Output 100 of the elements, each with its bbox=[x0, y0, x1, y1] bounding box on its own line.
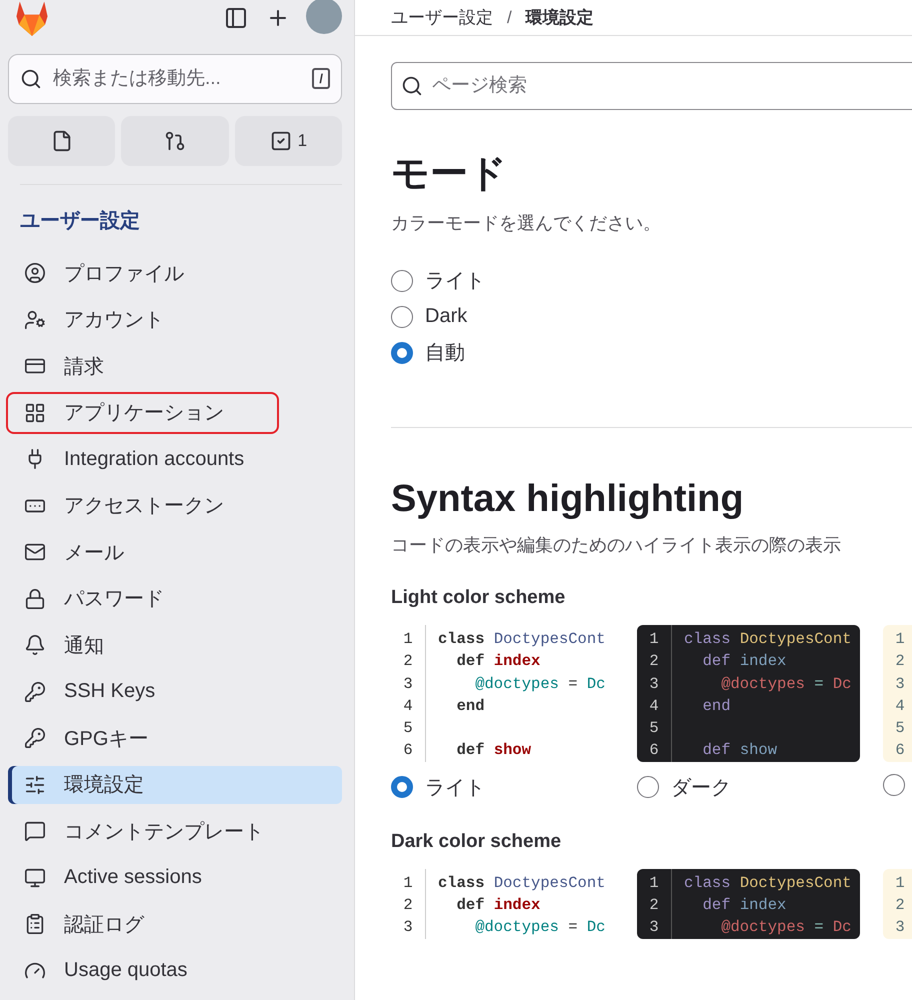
code-line: def index bbox=[702, 895, 788, 916]
line-number: 5 bbox=[649, 718, 659, 740]
breadcrumb-separator: / bbox=[507, 8, 512, 28]
search-icon bbox=[20, 68, 42, 90]
checkbox-icon bbox=[270, 130, 292, 152]
radio-option[interactable]: 自動 bbox=[391, 339, 912, 366]
code-line: def show bbox=[456, 740, 532, 762]
sidebar-item[interactable]: メール bbox=[8, 533, 342, 571]
breadcrumb-link[interactable]: 環境設定 bbox=[526, 6, 594, 29]
radio-button[interactable] bbox=[637, 776, 659, 798]
line-number: 3 bbox=[649, 917, 659, 938]
line-number: 3 bbox=[895, 917, 905, 938]
section-description: コードの表示や編集のためのハイライト表示の際の表示 bbox=[391, 534, 842, 557]
code-line: end bbox=[456, 696, 486, 717]
bell-icon bbox=[24, 634, 46, 656]
code-line: class DoctypesCont bbox=[438, 629, 606, 650]
sidebar-item[interactable]: アクセストークン bbox=[8, 486, 342, 524]
sidebar-item[interactable]: GPGキー bbox=[8, 719, 342, 757]
sidebar-item[interactable]: 環境設定 bbox=[8, 766, 342, 804]
code-line: def index bbox=[702, 651, 788, 672]
code-line: class DoctypesCont bbox=[684, 872, 852, 894]
line-number: 4 bbox=[649, 696, 659, 717]
merge-request-icon bbox=[164, 130, 186, 152]
line-number: 5 bbox=[403, 718, 413, 740]
line-number: 4 bbox=[895, 696, 905, 717]
user-gear-icon bbox=[24, 308, 46, 330]
page-search-field[interactable]: ページ検索 bbox=[391, 62, 912, 110]
sidebar-item[interactable]: SSH Keys bbox=[8, 672, 342, 710]
radio-option[interactable]: ダーク bbox=[637, 774, 860, 801]
code-line: @doctypes = Dc bbox=[720, 917, 852, 938]
section-heading: ユーザー設定 bbox=[20, 208, 141, 234]
line-number: 1 bbox=[403, 872, 413, 894]
search-icon bbox=[401, 75, 423, 97]
sidebar-item[interactable]: プロファイル bbox=[8, 254, 342, 292]
key-icon bbox=[24, 680, 46, 702]
sidebar-item[interactable]: Usage quotas bbox=[8, 952, 342, 990]
sidebar-item[interactable]: アカウント bbox=[8, 300, 342, 338]
code-line: def index bbox=[456, 895, 542, 916]
code-line: @doctypes = Dc bbox=[474, 917, 606, 938]
line-number: 6 bbox=[649, 740, 659, 762]
radio-button[interactable] bbox=[391, 342, 413, 364]
grid-icon bbox=[24, 402, 46, 424]
code-line: end bbox=[702, 696, 732, 717]
line-number: 3 bbox=[403, 917, 413, 938]
sidebar-item[interactable]: Integration accounts bbox=[8, 440, 342, 478]
key-icon bbox=[24, 727, 46, 749]
section-title: モード bbox=[391, 152, 508, 197]
radio-button[interactable] bbox=[391, 270, 413, 292]
code-line: def index bbox=[456, 651, 542, 672]
issues-button[interactable] bbox=[8, 116, 116, 166]
line-number: 2 bbox=[895, 895, 905, 916]
line-number: 2 bbox=[895, 651, 905, 672]
line-number: 3 bbox=[403, 674, 413, 695]
sidebar-item[interactable]: 請求 bbox=[8, 347, 342, 385]
line-number: 3 bbox=[649, 674, 659, 695]
radio-option[interactable]: Dark bbox=[391, 305, 912, 328]
mail-icon bbox=[24, 541, 46, 563]
line-number: 1 bbox=[403, 629, 413, 650]
code-line: @doctypes = Dc bbox=[474, 674, 606, 695]
user-circle-icon bbox=[24, 262, 46, 284]
lock-icon bbox=[24, 588, 46, 610]
line-number: 6 bbox=[895, 740, 905, 762]
radio-button[interactable] bbox=[391, 776, 413, 798]
comment-icon bbox=[24, 820, 46, 842]
sidebar-item[interactable]: パスワード bbox=[8, 580, 342, 618]
radio-option[interactable]: ライト bbox=[391, 774, 614, 801]
sliders-icon bbox=[24, 774, 46, 796]
code-line: def show bbox=[702, 740, 778, 762]
line-number: 1 bbox=[895, 872, 905, 894]
avatar[interactable] bbox=[306, 0, 342, 34]
group-title: Dark color scheme bbox=[391, 830, 562, 853]
shortcut-key: / bbox=[312, 68, 330, 89]
sidebar-item[interactable]: Active sessions bbox=[8, 858, 342, 896]
line-number: 1 bbox=[649, 872, 659, 894]
radio-button[interactable] bbox=[391, 306, 413, 328]
sidebar-item[interactable]: アプリケーション bbox=[8, 394, 277, 432]
radio-option[interactable]: ライト bbox=[391, 267, 912, 294]
monitor-icon bbox=[24, 866, 46, 888]
sidebar-item[interactable]: コメントテンプレート bbox=[8, 812, 342, 850]
list-icon bbox=[24, 913, 46, 935]
line-number: 2 bbox=[649, 651, 659, 672]
line-number: 1 bbox=[649, 629, 659, 650]
code-line: class DoctypesCont bbox=[438, 872, 606, 894]
line-number: 2 bbox=[403, 651, 413, 672]
line-number: 3 bbox=[895, 674, 905, 695]
group-title: Light color scheme bbox=[391, 587, 566, 609]
line-number: 1 bbox=[895, 629, 905, 650]
line-number: 2 bbox=[649, 895, 659, 916]
todos-button[interactable]: 1 bbox=[234, 116, 342, 166]
radio-button[interactable] bbox=[883, 774, 905, 796]
breadcrumb-link[interactable]: ユーザー設定 bbox=[391, 6, 493, 29]
line-number: 4 bbox=[403, 696, 413, 717]
code-line: @doctypes = Dc bbox=[720, 674, 852, 695]
line-number: 6 bbox=[403, 740, 413, 762]
sidebar-item[interactable]: 通知 bbox=[8, 626, 342, 664]
sidebar-item[interactable]: 認証ログ bbox=[8, 905, 342, 943]
section-title: Syntax highlighting bbox=[391, 478, 745, 521]
line-number: 5 bbox=[895, 718, 905, 740]
line-number: 2 bbox=[403, 895, 413, 916]
code-line: class DoctypesCont bbox=[684, 629, 852, 650]
